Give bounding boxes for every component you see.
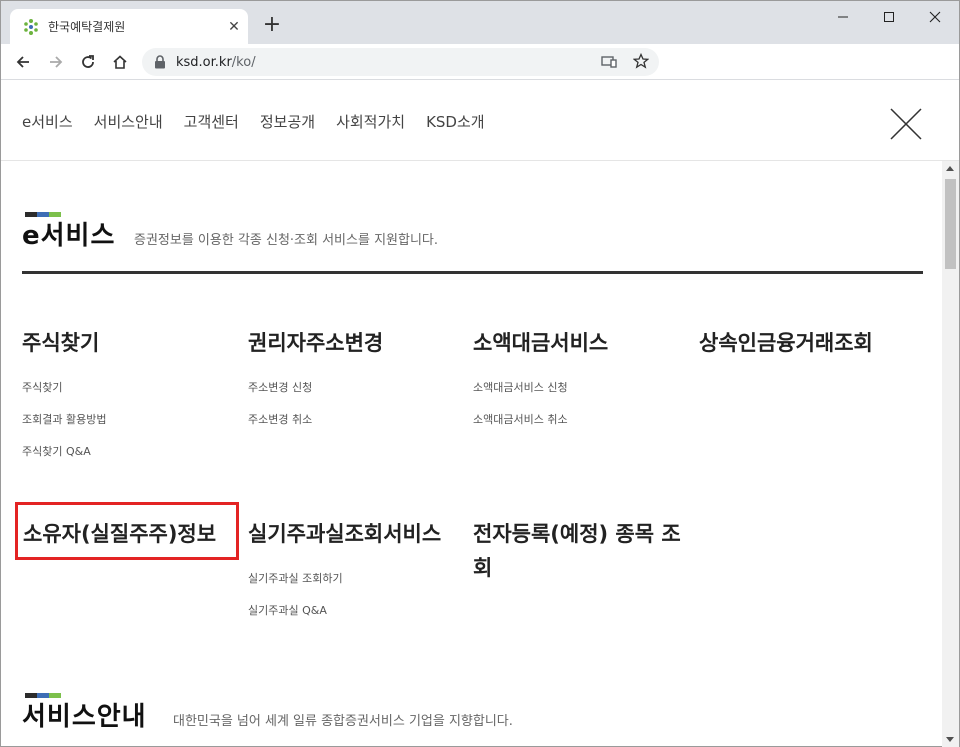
nav-item-about-ksd[interactable]: KSD소개 bbox=[426, 111, 485, 132]
col-title-beneficial-owner[interactable]: 소유자(실질주주)정보 bbox=[23, 518, 216, 548]
tab-close-icon[interactable]: ✕ bbox=[220, 19, 248, 35]
col-title-e-registration-line1[interactable]: 전자등록(예정) 종목 조 bbox=[473, 518, 681, 548]
page-content: e서비스 서비스안내 고객센터 정보공개 사회적가치 KSD소개 e서비스 증권… bbox=[1, 81, 959, 747]
minimize-button[interactable] bbox=[820, 1, 866, 33]
tab-strip: 한국예탁결제원 ✕ + bbox=[1, 1, 959, 44]
lock-icon[interactable] bbox=[154, 55, 168, 69]
section-desc-eservice: 증권정보를 이용한 각종 신청·조회 서비스를 지원합니다. bbox=[134, 233, 439, 248]
nav-item-disclosure[interactable]: 정보공개 bbox=[260, 111, 315, 132]
reload-icon[interactable] bbox=[76, 50, 100, 74]
url-path: /ko/ bbox=[231, 54, 256, 70]
nav-item-eservice[interactable]: e서비스 bbox=[22, 111, 73, 132]
link-result-usage[interactable]: 조회결과 활용방법 bbox=[22, 411, 106, 427]
url-text[interactable]: ksd.or.kr/ko/ bbox=[176, 55, 256, 70]
link-small-payment-apply[interactable]: 소액대금서비스 신청 bbox=[473, 379, 568, 395]
link-small-payment-cancel[interactable]: 소액대금서비스 취소 bbox=[473, 411, 568, 427]
new-tab-button[interactable]: + bbox=[259, 12, 285, 38]
link-unclaimed-dividend-lookup[interactable]: 실기주과실 조회하기 bbox=[248, 570, 343, 586]
nav-item-social-value[interactable]: 사회적가치 bbox=[336, 111, 405, 132]
scrollbar-thumb[interactable] bbox=[945, 179, 956, 269]
install-app-icon[interactable] bbox=[601, 54, 617, 73]
col-title-unclaimed-dividend[interactable]: 실기주과실조회서비스 bbox=[248, 518, 441, 548]
menu-close-icon[interactable] bbox=[889, 107, 923, 141]
nav-item-service-guide[interactable]: 서비스안내 bbox=[94, 111, 163, 132]
link-unclaimed-dividend-qna[interactable]: 실기주과실 Q&A bbox=[248, 602, 327, 618]
window-close-button[interactable] bbox=[912, 1, 958, 33]
forward-arrow-icon[interactable] bbox=[44, 50, 68, 74]
site-top-nav: e서비스 서비스안내 고객센터 정보공개 사회적가치 KSD소개 bbox=[1, 81, 959, 161]
maximize-button[interactable] bbox=[866, 1, 912, 33]
section-desc-service: 대한민국을 넘어 세계 일류 종합증권서비스 기업을 지향합니다. bbox=[173, 714, 513, 729]
address-bar[interactable]: ksd.or.kr/ko/ bbox=[142, 48, 659, 76]
link-stock-search-qna[interactable]: 주식찾기 Q&A bbox=[22, 443, 91, 459]
section-title-service: 서비스안내 bbox=[22, 702, 147, 732]
top-nav-list: e서비스 서비스안내 고객센터 정보공개 사회적가치 KSD소개 bbox=[22, 111, 485, 132]
col-title-inheritance-inquiry[interactable]: 상속인금융거래조회 bbox=[699, 327, 873, 357]
page-scrollbar[interactable] bbox=[942, 161, 959, 747]
section-rule bbox=[22, 271, 923, 274]
link-stock-search[interactable]: 주식찾기 bbox=[22, 379, 62, 395]
scroll-down-arrow-icon[interactable] bbox=[946, 737, 954, 742]
browser-tab[interactable]: 한국예탁결제원 ✕ bbox=[10, 9, 248, 44]
browser-window: 한국예탁결제원 ✕ + ksd.or.kr/ko/ e서비스 서비스안내 고객센… bbox=[0, 0, 960, 747]
link-address-change-cancel[interactable]: 주소변경 취소 bbox=[248, 411, 312, 427]
link-address-change-apply[interactable]: 주소변경 신청 bbox=[248, 379, 312, 395]
col-title-address-change[interactable]: 권리자주소변경 bbox=[248, 327, 383, 357]
col-title-stock-search[interactable]: 주식찾기 bbox=[22, 327, 99, 357]
browser-toolbar: ksd.or.kr/ko/ bbox=[1, 44, 959, 80]
ksd-favicon-icon bbox=[22, 18, 40, 36]
back-arrow-icon[interactable] bbox=[11, 50, 35, 74]
col-title-e-registration-line2[interactable]: 회 bbox=[473, 552, 492, 582]
nav-item-customer-center[interactable]: 고객센터 bbox=[184, 111, 239, 132]
bookmark-star-icon[interactable] bbox=[632, 52, 650, 73]
col-title-small-payment[interactable]: 소액대금서비스 bbox=[473, 327, 608, 357]
scroll-up-arrow-icon[interactable] bbox=[946, 166, 954, 171]
home-icon[interactable] bbox=[108, 50, 132, 74]
url-host: ksd.or.kr bbox=[176, 54, 232, 70]
tab-title: 한국예탁결제원 bbox=[48, 20, 126, 34]
section-title-eservice: e서비스 bbox=[22, 221, 116, 251]
